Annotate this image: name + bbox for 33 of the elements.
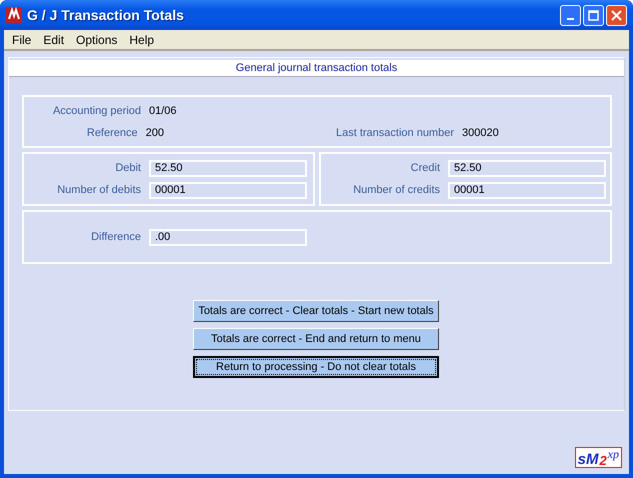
- field-label: Reference: [86, 127, 139, 139]
- maximize-icon: [588, 10, 599, 20]
- action-button[interactable]: Totals are correct - End and return to menu: [193, 328, 439, 350]
- minimize-icon: [567, 18, 574, 20]
- app-icon: [6, 7, 22, 23]
- logo: sM2xp: [574, 447, 622, 468]
- value-field[interactable]: 52.50: [448, 160, 606, 176]
- menu-item[interactable]: File: [6, 32, 38, 46]
- value-field[interactable]: 00001: [448, 182, 606, 198]
- close-icon: [611, 10, 622, 20]
- minimize-button[interactable]: [560, 4, 581, 26]
- field-label: Number of credits: [352, 184, 441, 196]
- close-button[interactable]: [606, 4, 627, 26]
- value-field[interactable]: 00001: [149, 182, 307, 198]
- field-label: Difference: [90, 231, 142, 243]
- action-button[interactable]: Return to processing - Do not clear totals: [193, 356, 439, 378]
- value-field[interactable]: .00: [149, 228, 307, 246]
- field-value: 01/06: [149, 105, 177, 117]
- menu-item[interactable]: Edit: [37, 32, 70, 46]
- field-label: Last transaction number: [334, 127, 455, 139]
- menu-item[interactable]: Help: [123, 32, 160, 46]
- field-label: Accounting period: [52, 105, 142, 117]
- menu-item[interactable]: Options: [70, 32, 124, 46]
- window-title: G / J Transaction Totals: [27, 7, 185, 23]
- field-value: 300020: [462, 127, 499, 139]
- maximize-button[interactable]: [583, 4, 604, 26]
- field-label: Credit: [410, 162, 441, 174]
- section-header: General journal transaction totals: [9, 60, 624, 77]
- field-label: Number of debits: [56, 184, 142, 196]
- field-value: 200: [146, 127, 164, 139]
- value-field[interactable]: 52.50: [149, 160, 307, 176]
- action-button[interactable]: Totals are correct - Clear totals - Start new totals: [193, 300, 439, 322]
- field-label: Debit: [114, 162, 142, 174]
